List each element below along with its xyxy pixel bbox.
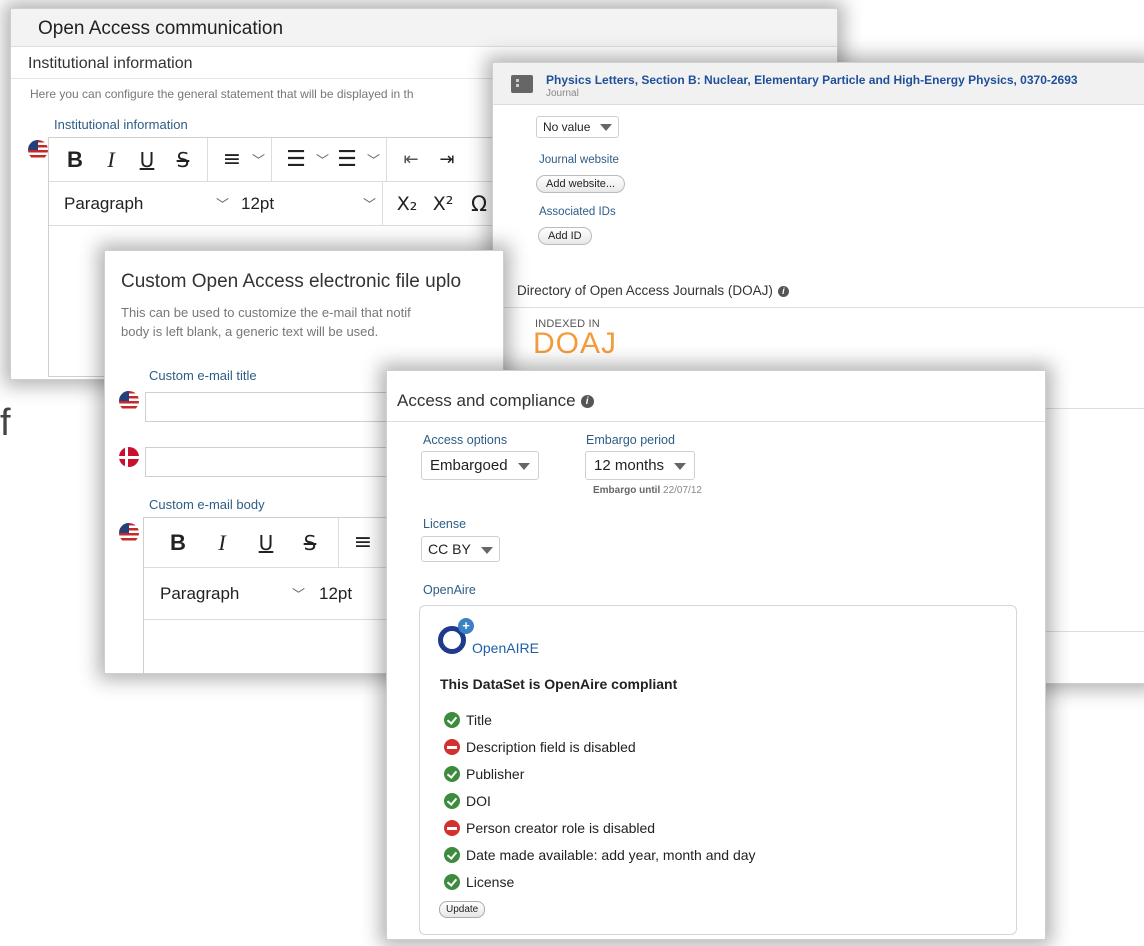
journal-title-link[interactable]: Physics Letters, Section B: Nuclear, Ele… bbox=[546, 73, 1078, 87]
dropdown-arrow-icon bbox=[674, 462, 687, 470]
openaire-logo-text: OpenAIRE bbox=[472, 640, 539, 656]
add-website-button[interactable]: Add website... bbox=[536, 175, 626, 193]
checklist-item: Title bbox=[444, 706, 756, 733]
checklist-item: Date made available: add year, month and… bbox=[444, 841, 756, 868]
bulleted-list-icon[interactable]: ☰ bbox=[329, 147, 365, 172]
dropdown-arrow-icon bbox=[480, 546, 493, 554]
book-icon bbox=[511, 75, 533, 93]
numbered-list-dropdown-icon[interactable]: ﹀ bbox=[316, 150, 329, 169]
journal-website-label: Journal website bbox=[539, 154, 619, 166]
checklist-item: License bbox=[444, 868, 756, 895]
panel-title: Open Access communication bbox=[11, 9, 837, 47]
underline-button[interactable]: U bbox=[129, 148, 165, 172]
dropdown-arrow-icon bbox=[517, 462, 530, 470]
checklist-item: Publisher bbox=[444, 760, 756, 787]
journal-type-label: Journal bbox=[546, 88, 579, 99]
block-format-dropdown-icon[interactable]: ﹀ bbox=[292, 584, 305, 603]
font-size-dropdown-icon[interactable]: ﹀ bbox=[363, 194, 376, 213]
us-flag-icon[interactable] bbox=[119, 523, 139, 543]
danish-flag-icon[interactable] bbox=[119, 447, 139, 467]
checklist-item-label: License bbox=[466, 873, 515, 890]
us-flag-icon[interactable] bbox=[119, 391, 139, 411]
checklist-item: DOI bbox=[444, 787, 756, 814]
panel-description-line2: body is left blank, a generic text will … bbox=[121, 324, 379, 339]
font-size-select[interactable]: 12pt bbox=[319, 584, 352, 604]
strikethrough-button[interactable]: S bbox=[165, 148, 201, 172]
block-format-select[interactable]: Paragraph bbox=[64, 194, 214, 214]
align-icon[interactable]: ≡ bbox=[345, 530, 381, 555]
subscript-button[interactable]: X₂ bbox=[389, 193, 425, 215]
access-options-select[interactable]: Embargoed bbox=[421, 451, 539, 480]
add-id-button[interactable]: Add ID bbox=[538, 227, 592, 245]
indent-icon[interactable]: ⇥ bbox=[429, 149, 465, 170]
checklist-item-label: Title bbox=[466, 711, 492, 728]
check-circle-icon bbox=[444, 765, 460, 782]
minus-circle-icon bbox=[444, 738, 460, 755]
check-circle-icon bbox=[444, 711, 460, 728]
align-icon[interactable]: ≡ bbox=[214, 147, 250, 172]
openaire-compliance-box: + OpenAIRE This DataSet is OpenAire comp… bbox=[419, 605, 1017, 935]
minus-circle-icon bbox=[444, 819, 460, 836]
email-body-label: Custom e-mail body bbox=[149, 497, 265, 512]
bold-button[interactable]: B bbox=[156, 530, 200, 556]
panel-description-line1: This can be used to customize the e-mail… bbox=[121, 305, 411, 320]
openaire-label: OpenAire bbox=[423, 583, 476, 597]
bold-button[interactable]: B bbox=[57, 147, 93, 173]
info-icon[interactable]: i bbox=[580, 395, 594, 409]
checklist-item-label: Person creator role is disabled bbox=[466, 819, 656, 836]
check-circle-icon bbox=[444, 873, 460, 890]
access-and-compliance-panel: Access and compliance i Access options Em… bbox=[386, 370, 1046, 940]
email-title-label: Custom e-mail title bbox=[149, 368, 257, 383]
check-circle-icon bbox=[444, 792, 460, 809]
checklist-item-label: Publisher bbox=[466, 765, 525, 782]
checklist-item-label: Date made available: add year, month and… bbox=[466, 846, 756, 863]
compliance-status: This DataSet is OpenAire compliant bbox=[440, 676, 678, 692]
font-size-select[interactable]: 12pt bbox=[241, 194, 361, 214]
info-icon[interactable]: i bbox=[777, 285, 789, 297]
openaire-plus-icon: + bbox=[458, 618, 474, 634]
embargo-until-text: Embargo until 22/07/12 bbox=[593, 485, 702, 496]
license-label: License bbox=[423, 517, 467, 531]
superscript-button[interactable]: X² bbox=[425, 193, 461, 215]
embargo-period-label: Embargo period bbox=[586, 433, 675, 447]
numbered-list-icon[interactable]: ☰ bbox=[278, 147, 314, 172]
italic-button[interactable]: I bbox=[93, 147, 129, 173]
institutional-info-label: Institutional information bbox=[54, 117, 188, 132]
doaj-section-title: Directory of Open Access Journals (DOAJ)… bbox=[517, 283, 789, 298]
us-flag-icon[interactable] bbox=[28, 140, 48, 160]
block-format-select[interactable]: Paragraph bbox=[160, 584, 290, 604]
checklist-item-label: Description field is disabled bbox=[466, 738, 636, 755]
background-text-fragment: f bbox=[0, 402, 11, 444]
access-options-label: Access options bbox=[423, 433, 508, 447]
block-format-dropdown-icon[interactable]: ﹀ bbox=[216, 194, 229, 213]
align-dropdown-icon[interactable]: ﹀ bbox=[252, 150, 265, 169]
check-circle-icon bbox=[444, 846, 460, 863]
underline-button[interactable]: U bbox=[244, 531, 288, 555]
associated-ids-label: Associated IDs bbox=[539, 206, 616, 218]
license-select[interactable]: CC BY bbox=[421, 536, 500, 562]
bulleted-list-dropdown-icon[interactable]: ﹀ bbox=[367, 150, 380, 169]
outdent-icon[interactable]: ⇤ bbox=[393, 149, 429, 170]
embargo-period-select[interactable]: 12 months bbox=[585, 451, 696, 480]
compliance-checklist: Title Description field is disabled Publis… bbox=[444, 706, 756, 895]
doaj-logo: DOAJ bbox=[533, 327, 618, 360]
panel-title: Custom Open Access electronic file uplo bbox=[121, 271, 462, 292]
panel-title: Access and compliance i bbox=[387, 371, 1045, 422]
update-button[interactable]: Update bbox=[439, 901, 486, 918]
italic-button[interactable]: I bbox=[200, 530, 244, 556]
checklist-item-label: DOI bbox=[466, 792, 491, 809]
checklist-item: Description field is disabled bbox=[444, 733, 756, 760]
dropdown-arrow-icon bbox=[600, 124, 613, 132]
strikethrough-button[interactable]: S bbox=[288, 531, 332, 555]
checklist-item: Person creator role is disabled bbox=[444, 814, 756, 841]
journal-value-select[interactable]: No value bbox=[536, 116, 620, 138]
